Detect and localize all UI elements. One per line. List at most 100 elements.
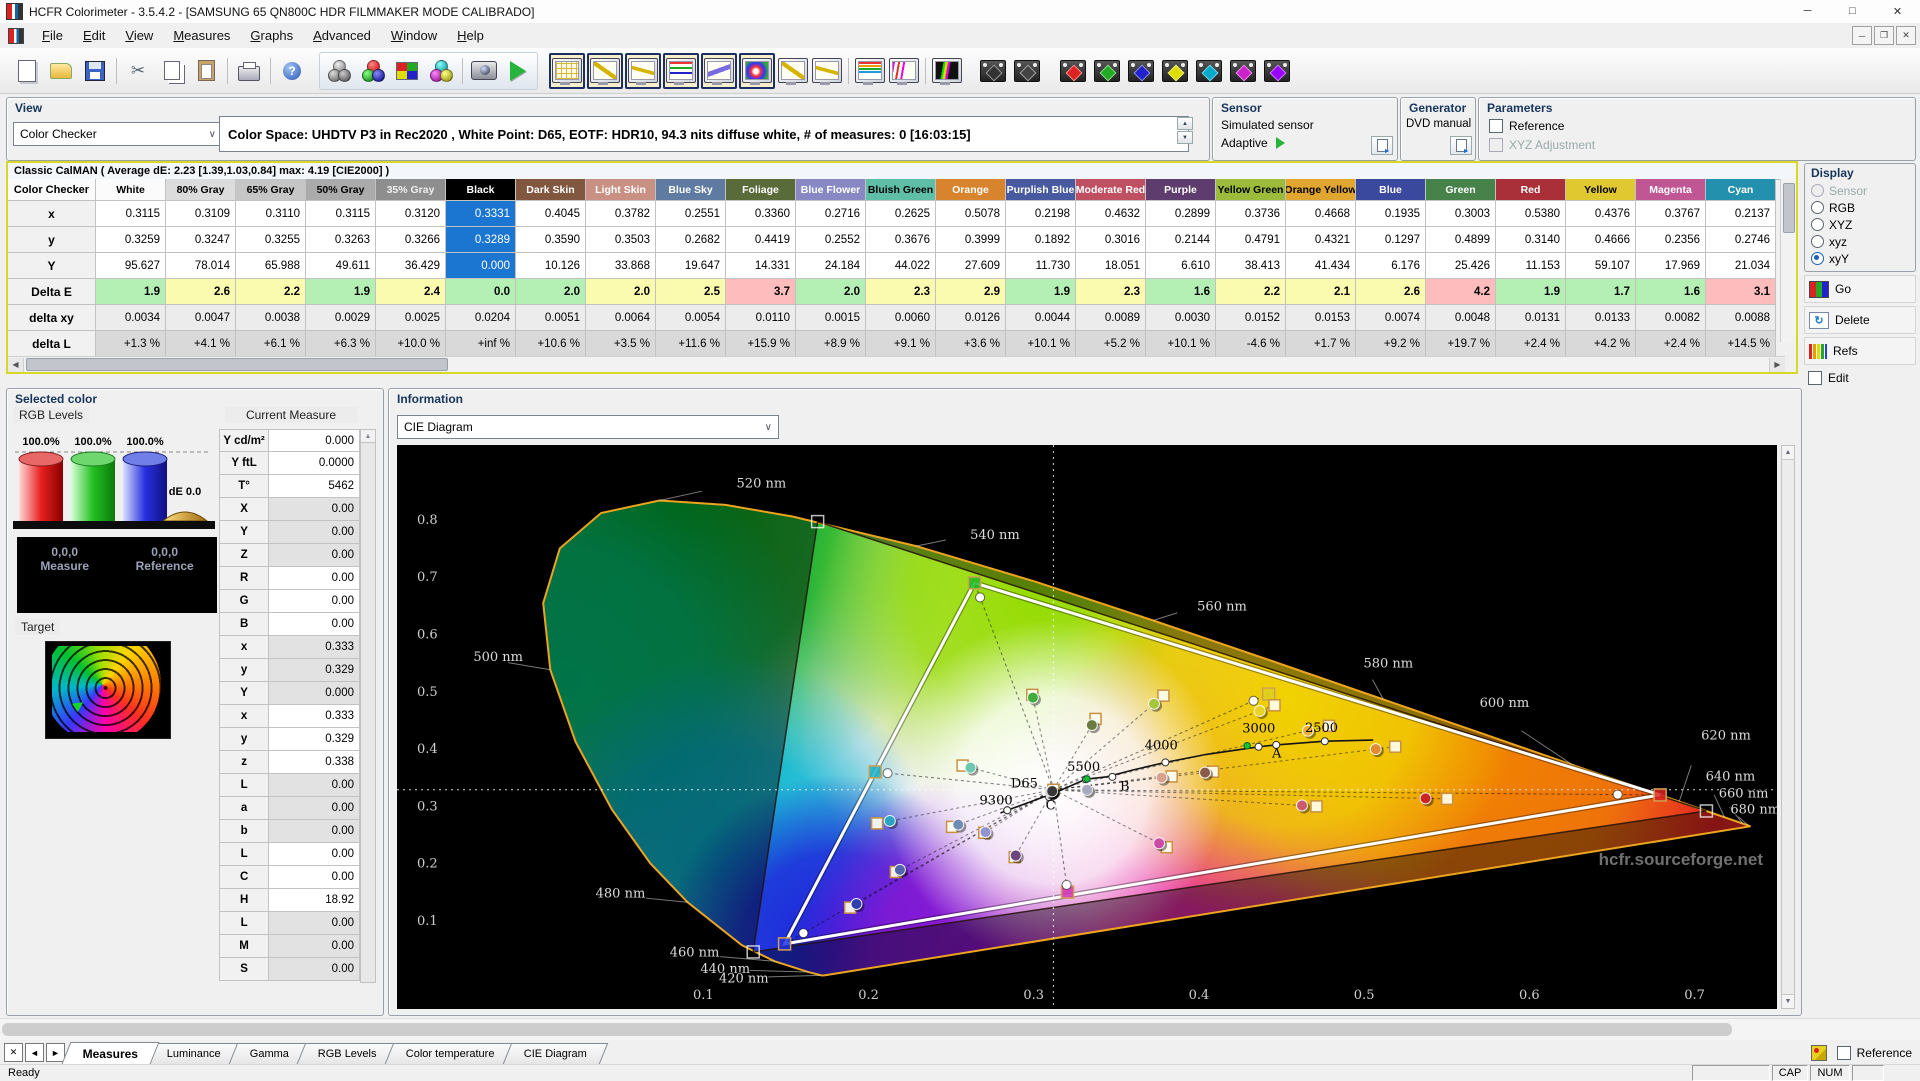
measure-cell[interactable]: 2.0 [516, 279, 586, 305]
measures-vertical-scrollbar[interactable] [1780, 179, 1796, 342]
measure-cell[interactable]: 0.1935 [1356, 201, 1426, 227]
measured-point[interactable] [964, 761, 977, 774]
column-header-black[interactable]: Black [446, 179, 516, 201]
measure-cell[interactable]: 0.3263 [306, 227, 376, 253]
gamut-target-marker[interactable] [868, 765, 882, 779]
sensor-balls-button[interactable] [323, 55, 355, 87]
measured-point[interactable] [952, 818, 965, 831]
measure-cell[interactable]: 11.153 [1496, 253, 1566, 279]
measure-cell[interactable]: 0.0 [446, 279, 516, 305]
tab-prev-icon[interactable]: ◄ [25, 1043, 44, 1062]
measure-cell[interactable]: 0.2137 [1706, 201, 1776, 227]
measure-cell[interactable]: 2.0 [586, 279, 656, 305]
measure-cell[interactable]: 0.3999 [936, 227, 1006, 253]
measured-point[interactable] [1153, 837, 1166, 850]
chart-lum2-button[interactable] [777, 55, 809, 87]
close-icon[interactable]: ✕ [1875, 0, 1920, 22]
measured-point[interactable] [893, 863, 906, 876]
measure-cell[interactable]: 65.988 [236, 253, 306, 279]
reference-point[interactable] [1157, 689, 1170, 702]
measured-point[interactable] [979, 826, 992, 839]
measure-cell[interactable]: 0.0030 [1146, 305, 1216, 331]
chart-cie-button[interactable] [739, 52, 775, 89]
measure-cell[interactable]: 2.2 [236, 279, 306, 305]
measure-cell[interactable]: 0.3782 [586, 201, 656, 227]
column-header-35-gray[interactable]: 35% Gray [376, 179, 446, 201]
measure-cell[interactable]: 2.3 [866, 279, 936, 305]
tab-color-temperature[interactable]: Color temperature [384, 1043, 516, 1064]
measure-cell[interactable]: 0.4376 [1566, 201, 1636, 227]
measure-cell[interactable]: 1.7 [1566, 279, 1636, 305]
measure-cell[interactable]: +10.0 % [376, 331, 446, 357]
column-header-magenta[interactable]: Magenta [1636, 179, 1706, 201]
measure-cell[interactable]: 0.0089 [1076, 305, 1146, 331]
tab-cie-diagram[interactable]: CIE Diagram [502, 1043, 608, 1064]
measure-cell[interactable]: +9.2 % [1356, 331, 1426, 357]
cie-scrollbar[interactable]: ▲ ▼ [1781, 445, 1795, 1009]
measure-cell[interactable]: 0.2198 [1006, 201, 1076, 227]
measure-cell[interactable]: 0.4899 [1426, 227, 1496, 253]
film-dark2-button[interactable] [1011, 55, 1043, 87]
column-header-50-gray[interactable]: 50% Gray [306, 179, 376, 201]
measure-cell[interactable]: +8.9 % [796, 331, 866, 357]
measure-cell[interactable]: 1.6 [1636, 279, 1706, 305]
go-button[interactable]: Go [1804, 275, 1916, 303]
measure-cell[interactable]: 14.331 [726, 253, 796, 279]
measure-cell[interactable]: 0.4321 [1286, 227, 1356, 253]
measure-cell[interactable]: 0.0047 [166, 305, 236, 331]
measure-cell[interactable]: 3.1 [1706, 279, 1776, 305]
display-radio-rgb[interactable]: RGB [1811, 199, 1909, 216]
measured-point[interactable] [850, 897, 863, 910]
measure-cell[interactable]: +9.1 % [866, 331, 936, 357]
measure-cell[interactable]: 0.1297 [1356, 227, 1426, 253]
display-radio-sensor[interactable]: Sensor [1811, 182, 1909, 199]
measure-cell[interactable]: 0.4668 [1286, 201, 1356, 227]
refs-button[interactable]: Refs [1804, 337, 1916, 365]
measure-cell[interactable]: 6.610 [1146, 253, 1216, 279]
measure-cell[interactable]: 0.2144 [1146, 227, 1216, 253]
cie-diagram[interactable]: 9300 D65 5500 4000 3000 2500 A B C 520 nm 540 nm 56… [397, 445, 1781, 1009]
current-measure-scrollbar[interactable]: ▲ [360, 429, 376, 983]
measure-cell[interactable]: +10.1 % [1146, 331, 1216, 357]
menu-measures[interactable]: Measures [163, 25, 240, 46]
cmy-balls-button[interactable] [425, 55, 457, 87]
measure-cell[interactable]: 2.3 [1076, 279, 1146, 305]
reference-point[interactable] [1310, 800, 1323, 813]
scroll-up-icon[interactable]: ▲ [1782, 446, 1794, 460]
reference-checkbox[interactable]: Reference [1489, 119, 1564, 133]
gamut-target-marker[interactable] [1261, 687, 1276, 701]
measure-cell[interactable]: 2.2 [1216, 279, 1286, 305]
gamut-target-marker[interactable] [967, 576, 982, 590]
measure-cell[interactable]: 1.9 [96, 279, 166, 305]
measure-cell[interactable]: 2.6 [166, 279, 236, 305]
measured-point[interactable] [1085, 719, 1098, 732]
film-magenta-button[interactable] [1227, 55, 1259, 87]
column-header-blue[interactable]: Blue [1356, 179, 1426, 201]
measured-point[interactable] [1296, 799, 1309, 812]
menu-view[interactable]: View [115, 25, 163, 46]
measure-cell[interactable]: 24.184 [796, 253, 866, 279]
measure-cell[interactable]: 33.868 [586, 253, 656, 279]
measure-cell[interactable]: 0.2625 [866, 201, 936, 227]
reference-point[interactable] [1388, 740, 1402, 753]
reference-point[interactable] [870, 817, 884, 830]
film-blue-button[interactable] [1125, 55, 1157, 87]
measure-cell[interactable]: 0.3503 [586, 227, 656, 253]
measure-cell[interactable]: 44.022 [866, 253, 936, 279]
measure-cell[interactable]: 0.4419 [726, 227, 796, 253]
measure-cell[interactable]: 49.611 [306, 253, 376, 279]
measure-cell[interactable]: +19.7 % [1426, 331, 1496, 357]
measure-cell[interactable]: +4.2 % [1566, 331, 1636, 357]
measure-cell[interactable]: 6.176 [1356, 253, 1426, 279]
column-header-purple[interactable]: Purple [1146, 179, 1216, 201]
column-header-80-gray[interactable]: 80% Gray [166, 179, 236, 201]
measure-cell[interactable]: 2.1 [1286, 279, 1356, 305]
tab-rgb-levels[interactable]: RGB Levels [297, 1043, 399, 1064]
measure-cell[interactable]: 0.4632 [1076, 201, 1146, 227]
scroll-right-icon[interactable]: ▶ [1769, 357, 1785, 372]
measure-cell[interactable]: 0.0029 [306, 305, 376, 331]
measure-cell[interactable]: 2.4 [376, 279, 446, 305]
measure-cell[interactable]: 0.0044 [1006, 305, 1076, 331]
edit-checkbox[interactable]: Edit [1804, 371, 1916, 385]
measure-cell[interactable]: 0.4666 [1566, 227, 1636, 253]
